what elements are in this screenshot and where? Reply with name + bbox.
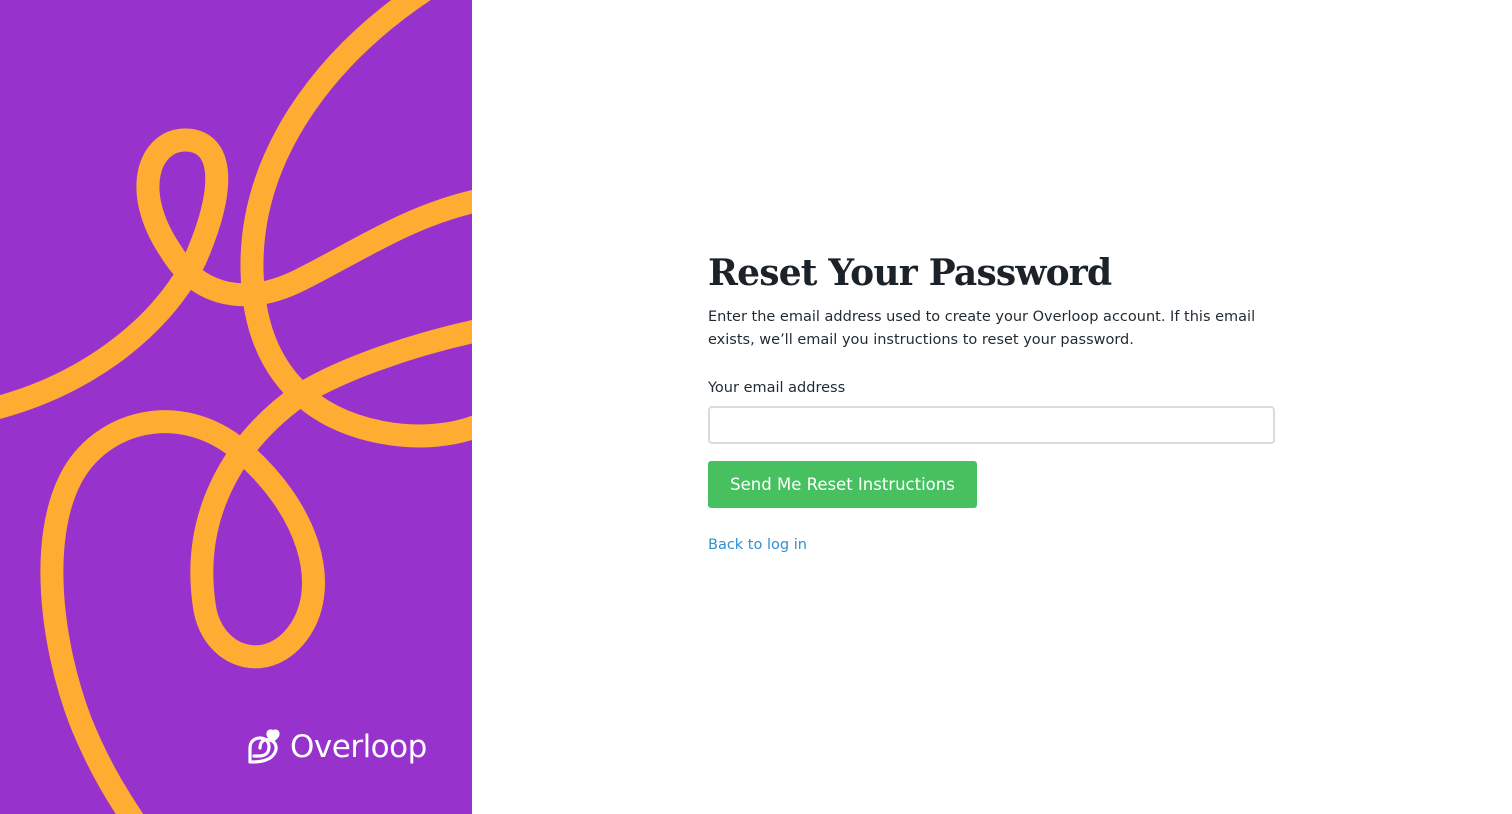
main-content: Reset Your Password Enter the email addr… [472, 0, 1512, 814]
reset-password-form: Reset Your Password Enter the email addr… [708, 250, 1278, 555]
email-label: Your email address [708, 380, 846, 396]
brand-name: Overloop [290, 729, 427, 765]
email-input[interactable] [708, 406, 1275, 444]
form-description: Enter the email address used to create y… [708, 309, 1256, 348]
overloop-logo-icon [248, 729, 280, 764]
page-title: Reset Your Password [708, 252, 1112, 294]
decorative-squiggle-illustration [0, 0, 472, 814]
back-to-login-link[interactable]: Back to log in [708, 535, 807, 555]
reset-password-page: Overloop Reset Your Password Enter the e… [0, 0, 1512, 814]
brand-logo: Overloop [246, 727, 427, 767]
send-reset-instructions-button[interactable]: Send Me Reset Instructions [708, 461, 977, 508]
brand-panel: Overloop [0, 0, 472, 814]
